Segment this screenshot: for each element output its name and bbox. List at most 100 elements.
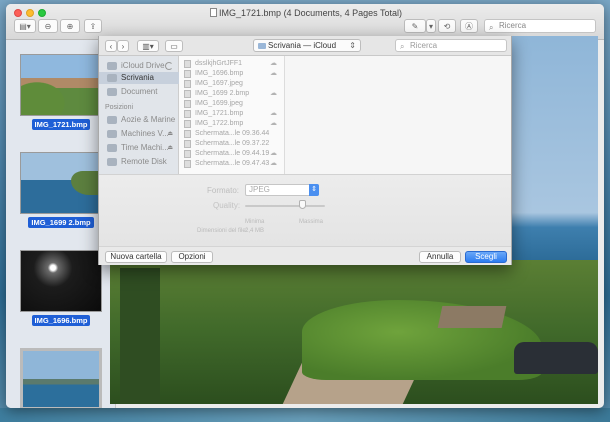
location-label: Scrivania — iCloud [268,41,337,50]
markup-menu-button[interactable]: ▾ [426,19,436,33]
rotate-button[interactable]: ⟲ [438,19,456,33]
eject-icon[interactable]: ⏏ [167,142,173,154]
file-name: IMG_1699.jpeg [195,100,243,107]
dialog-search-field[interactable]: ⌕ Ricerca [395,39,507,52]
chevron-updown-icon: ⇕ [309,184,319,196]
save-options: Formato: JPEG ⇕ Quality: Minima Massima D… [99,174,511,246]
thumbnail-label-3[interactable]: IMG_1696.bmp [6,315,116,326]
file-list-item[interactable]: IMG_1697.jpeg [179,79,285,89]
progress-icon [165,62,173,70]
annotate-button[interactable]: Ⓐ [460,19,478,33]
options-button[interactable]: Opzioni [171,251,213,263]
format-select[interactable]: JPEG ⇕ [245,184,319,196]
zoom-in-button[interactable]: ⊕ [60,19,80,33]
sidebar-item-label: Document [121,87,158,96]
file-name: Schermata...le 09.37.22 [195,140,270,147]
search-icon: ⌕ [489,23,494,32]
dialog-footer: Nuova cartella Opzioni Annulla Scegli [99,246,511,265]
file-name: dsslkjhGrtJFF1 [195,60,243,67]
file-icon [184,150,191,158]
cancel-button[interactable]: Annulla [419,251,461,263]
file-icon [184,70,191,78]
new-folder-icon-button[interactable]: ▭ [165,40,183,52]
window-titlebar: IMG_1721.bmp (4 Documents, 4 Pages Total… [6,4,604,40]
save-dialog: ‹ › ▥▾ ▭ Scrivania — iCloud ⇕ ⌕ Ricerca iC… [98,36,512,265]
file-icon [184,120,191,128]
sidebar-item-label: iCloud Drive [121,61,165,70]
desktop-background-bottom [0,408,610,422]
file-icon [184,100,191,108]
dialog-toolbar: ‹ › ▥▾ ▭ Scrivania — iCloud ⇕ ⌕ Ricerca [99,36,511,56]
document-icon [107,88,117,96]
quality-max-label: Massima [299,219,324,225]
file-size-value: 2,4 MB [245,228,265,234]
forward-button[interactable]: › [117,40,129,52]
file-list-item[interactable]: IMG_1699 2.bmp ☁ [179,89,285,99]
file-list-item[interactable]: dsslkjhGrtJFF1 ☁ [179,59,285,69]
thumbnail-1[interactable] [20,54,102,116]
zoom-window-button[interactable] [38,9,46,17]
file-list-item[interactable]: IMG_1696.bmp ☁ [179,69,285,79]
sidebar-item-location-3[interactable]: Time Machi... ⏏ [99,142,179,154]
time-machine-icon [107,144,117,152]
new-folder-button[interactable]: Nuova cartella [105,251,167,263]
thumbnail-2[interactable] [20,152,102,214]
folder-icon: ▭ [170,41,178,51]
sidebar-item-label: Aozie & Marine [121,115,176,124]
computer-icon [107,116,117,124]
quality-min-label: Minima [245,219,265,225]
file-icon [184,60,191,68]
file-list-item[interactable]: Schermata...le 09.44.19 ☁ [179,149,285,159]
sidebar-item-label: Time Machi... [121,143,169,152]
annotate-icon: Ⓐ [465,21,473,31]
file-list-item[interactable]: IMG_1722.bmp ☁ [179,119,285,129]
cloud-icon: ☁ [270,160,277,167]
close-window-button[interactable] [14,9,22,17]
share-icon: ⇪ [89,21,97,31]
columns-icon: ▥▾ [142,41,154,51]
markup-button[interactable]: ✎ [404,19,426,33]
choose-button[interactable]: Scegli [465,251,507,263]
quality-slider[interactable] [245,205,325,207]
folder-icon [258,43,266,49]
back-button[interactable]: ‹ [105,40,117,52]
sidebar-item-documents[interactable]: Document [99,86,179,98]
sidebar-item-icloud-drive[interactable]: iCloud Drive [99,60,179,72]
sidebar-item-location-1[interactable]: Aozie & Marine [99,114,179,126]
file-list-item[interactable]: IMG_1699.jpeg [179,99,285,109]
main-image-tree [120,268,160,404]
sidebar-item-scrivania[interactable]: Scrivania [99,72,179,84]
search-field[interactable]: ⌕ Ricerca [484,19,596,33]
sidebar-item-location-4[interactable]: Remote Disk [99,156,179,168]
chevron-updown-icon: ⇕ [349,41,356,50]
file-name: IMG_1699 2.bmp [195,90,250,97]
quality-slider-knob[interactable] [298,200,306,209]
thumbnail-3[interactable] [20,250,102,312]
search-placeholder: Ricerca [499,21,527,30]
sidebar-item-label: Machines V... [121,129,169,138]
search-icon: ⌕ [400,42,405,51]
disc-icon [107,158,117,166]
quality-label: Quality: [213,201,241,210]
file-list-item[interactable]: Schermata...le 09.36.44 [179,129,285,139]
view-mode-button[interactable]: ▥▾ [137,40,159,52]
share-button[interactable]: ⇪ [84,19,102,33]
cloud-icon: ☁ [270,70,277,77]
dialog-sidebar: iCloud Drive Scrivania Document Posizion… [99,56,179,174]
cloud-icon: ☁ [270,90,277,97]
eject-icon[interactable]: ⏏ [167,128,173,140]
file-list-item[interactable]: Schermata...le 09.47.43 ☁ [179,159,285,169]
zoom-out-button[interactable]: ⊖ [38,19,58,33]
file-list-item[interactable]: Schermata...le 09.37.22 [179,139,285,149]
desktop-icon [107,74,117,82]
location-popup[interactable]: Scrivania — iCloud ⇕ [253,39,361,52]
sidebar-toggle-button[interactable]: ▤▾ [14,19,36,33]
sidebar-item-location-2[interactable]: Machines V... ⏏ [99,128,179,140]
cloud-icon [107,62,117,70]
minimize-window-button[interactable] [26,9,34,17]
chevron-left-icon: ‹ [109,41,113,51]
file-icon [184,140,191,148]
file-name: Schermata...le 09.44.19 [195,150,270,157]
file-list-item[interactable]: IMG_1721.bmp ☁ [179,109,285,119]
thumbnail-4[interactable] [20,348,102,408]
